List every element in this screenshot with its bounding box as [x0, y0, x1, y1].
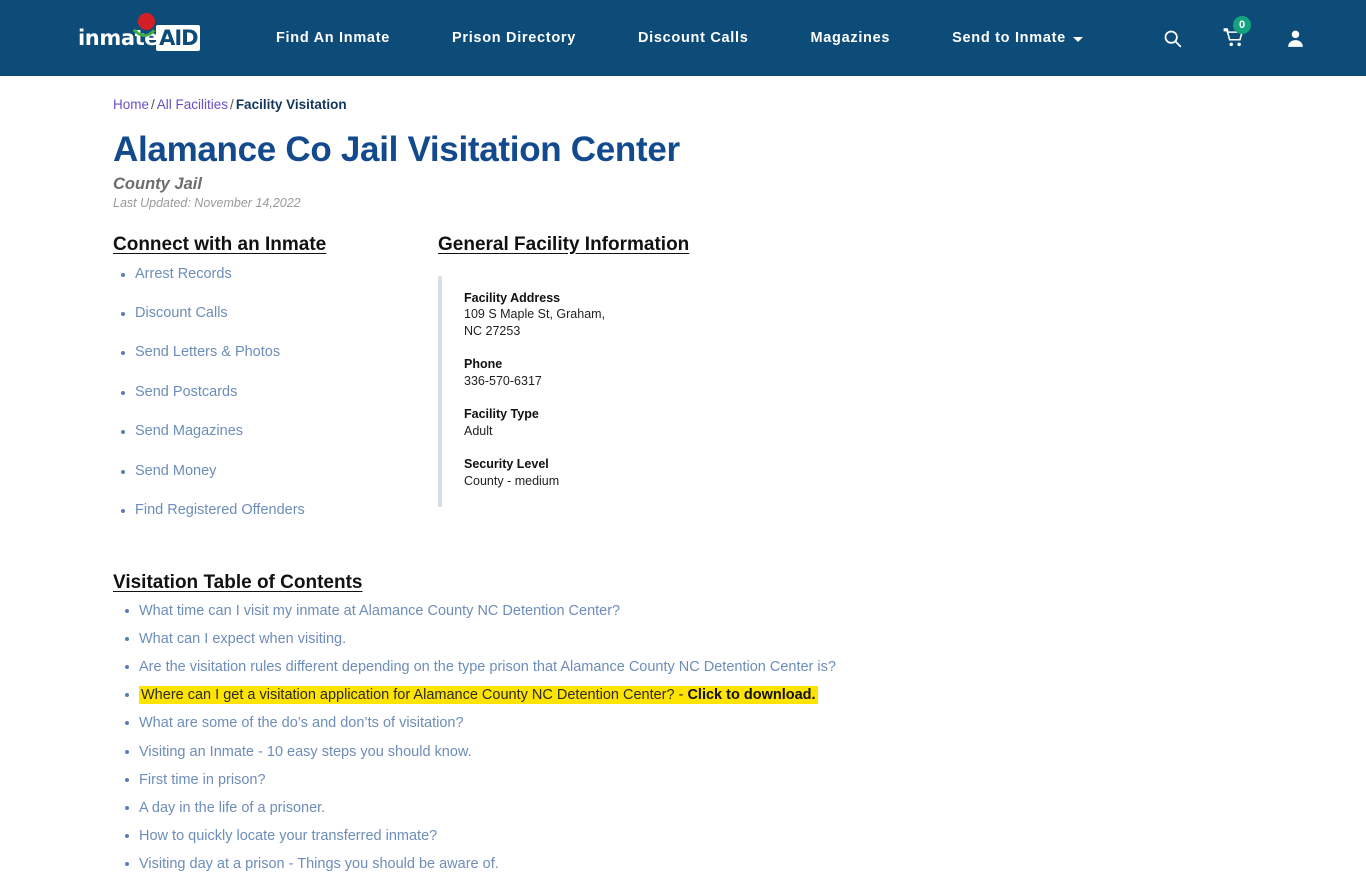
connect-link-send-postcards[interactable]: Send Postcards	[135, 384, 237, 400]
fact-value: County - medium	[464, 473, 560, 488]
list-item: Where can I get a visitation application…	[123, 686, 1366, 705]
breadcrumb-separator: /	[230, 97, 234, 112]
nav-label: Magazines	[810, 30, 891, 46]
toc-heading: Visitation Table of Contents	[113, 572, 363, 594]
breadcrumb-home-link[interactable]: Home	[113, 97, 149, 112]
list-item: Send Postcards	[121, 384, 438, 401]
nav-item-prison-directory[interactable]: Prison Directory	[452, 30, 576, 46]
facility-section-heading: General Facility Information	[438, 233, 690, 255]
breadcrumb-all-facilities-link[interactable]: All Facilities	[157, 97, 228, 112]
connect-link-arrest-records[interactable]: Arrest Records	[135, 266, 232, 282]
fact-label: Phone	[464, 357, 503, 372]
nav-label: Find An Inmate	[276, 30, 390, 46]
facility-type-subtitle: County Jail	[113, 174, 202, 193]
user-account-icon[interactable]	[1285, 28, 1306, 49]
toc-link-visit-time[interactable]: What time can I visit my inmate at Alama…	[139, 603, 620, 619]
list-item: Send Money	[121, 463, 438, 480]
connect-link-send-letters-photos[interactable]: Send Letters & Photos	[135, 344, 280, 360]
list-item: Send Letters & Photos	[121, 344, 438, 361]
cart-count-badge: 0	[1233, 16, 1251, 34]
fact-label: Facility Type	[464, 406, 539, 421]
nav-label: Prison Directory	[451, 30, 576, 46]
cart-icon[interactable]: 0	[1223, 16, 1251, 49]
general-facility-information-column: General Facility Information Facility Ad…	[438, 233, 1366, 541]
nav-item-discount-calls[interactable]: Discount Calls	[638, 30, 749, 46]
primary-nav-links: Find An Inmate Prison Directory Discount…	[276, 30, 1122, 46]
breadcrumb-separator: /	[151, 97, 155, 112]
nav-label: Discount Calls	[638, 30, 749, 46]
fact-label: Security Level	[464, 456, 549, 471]
list-item: Discount Calls	[121, 305, 438, 322]
connect-section-heading: Connect with an Inmate	[113, 233, 327, 255]
fact-value: 109 S Maple St, Graham, NC 27253	[464, 307, 606, 339]
header-icon-group: 0	[1162, 16, 1306, 49]
list-item: Send Magazines	[121, 423, 438, 440]
connect-with-inmate-column: Connect with an Inmate Arrest Records Di…	[113, 233, 438, 541]
facility-info-box: Facility Address 109 S Maple St, Graham,…	[438, 275, 768, 508]
nav-item-find-an-inmate[interactable]: Find An Inmate	[276, 30, 390, 46]
toc-link-first-time-in-prison[interactable]: First time in prison?	[139, 772, 266, 788]
list-item: What time can I visit my inmate at Alama…	[123, 602, 1366, 620]
list-item: What can I expect when visiting.	[123, 630, 1366, 648]
logo-accent-text: AID	[156, 24, 200, 51]
toc-link-rules-by-prison-type[interactable]: Are the visitation rules different depen…	[139, 659, 836, 675]
nav-item-send-to-inmate[interactable]: Send to Inmate	[952, 30, 1083, 46]
toc-link-ten-easy-steps[interactable]: Visiting an Inmate - 10 easy steps you s…	[139, 744, 472, 760]
list-item: Visiting day at a prison - Things you sh…	[123, 855, 1366, 873]
list-item: Arrest Records	[121, 266, 438, 283]
toc-link-dos-and-donts[interactable]: What are some of the do’s and don’ts of …	[139, 715, 464, 731]
chevron-down-icon	[1072, 36, 1083, 42]
list-item: A day in the life of a prisoner.	[123, 799, 1366, 817]
toc-link-day-in-the-life[interactable]: A day in the life of a prisoner.	[139, 800, 325, 816]
page-content: Home / All Facilities / Facility Visitation …	[0, 97, 1366, 873]
list-item: How to quickly locate your transferred i…	[123, 827, 1366, 845]
nav-item-magazines[interactable]: Magazines	[811, 30, 891, 46]
fact-value: 336-570-6317	[464, 374, 542, 389]
toc-link-download-text: Click to download.	[687, 687, 816, 704]
connect-link-find-registered-offenders[interactable]: Find Registered Offenders	[135, 502, 305, 518]
list-item: Find Registered Offenders	[121, 502, 438, 519]
list-item: Are the visitation rules different depen…	[123, 658, 1366, 676]
facility-fact-security-level: Security Level County - medium	[464, 456, 768, 490]
connect-link-send-money[interactable]: Send Money	[135, 463, 216, 479]
facility-fact-phone: Phone 336-570-6317	[464, 356, 768, 390]
facility-fact-type: Facility Type Adult	[464, 406, 768, 440]
site-logo[interactable]: inmateAID	[78, 13, 200, 58]
toc-link-visitation-application[interactable]: Where can I get a visitation application…	[139, 686, 818, 705]
page-title: Alamance Co Jail Visitation Center	[113, 130, 680, 170]
search-icon[interactable]	[1162, 28, 1183, 49]
fact-value: Adult	[464, 423, 493, 438]
list-item: What are some of the do’s and don’ts of …	[123, 714, 1366, 732]
connect-links-list: Arrest Records Discount Calls Send Lette…	[113, 266, 438, 520]
connect-link-send-magazines[interactable]: Send Magazines	[135, 423, 243, 439]
two-column-layout: Connect with an Inmate Arrest Records Di…	[113, 233, 1366, 541]
top-navigation-bar: inmateAID Find An Inmate Prison Director…	[0, 0, 1366, 76]
nav-label: Send to Inmate	[952, 30, 1066, 46]
list-item: First time in prison?	[123, 771, 1366, 789]
breadcrumb: Home / All Facilities / Facility Visitation	[113, 97, 1366, 113]
last-updated-text: Last Updated: November 14,2022	[113, 196, 301, 211]
fact-label: Facility Address	[464, 290, 561, 305]
toc-link-text: Where can I get a visitation application…	[141, 687, 688, 704]
visitation-toc-section: Visitation Table of Contents What time c…	[113, 571, 1366, 873]
breadcrumb-current-page: Facility Visitation	[235, 97, 347, 112]
toc-link-visiting-day[interactable]: Visiting day at a prison - Things you sh…	[139, 856, 499, 872]
facility-fact-address: Facility Address 109 S Maple St, Graham,…	[464, 290, 768, 341]
list-item: Visiting an Inmate - 10 easy steps you s…	[123, 743, 1366, 761]
toc-link-what-to-expect[interactable]: What can I expect when visiting.	[139, 631, 346, 647]
toc-link-locate-transferred-inmate[interactable]: How to quickly locate your transferred i…	[139, 828, 437, 844]
toc-list: What time can I visit my inmate at Alama…	[113, 602, 1366, 873]
connect-link-discount-calls[interactable]: Discount Calls	[135, 305, 228, 321]
